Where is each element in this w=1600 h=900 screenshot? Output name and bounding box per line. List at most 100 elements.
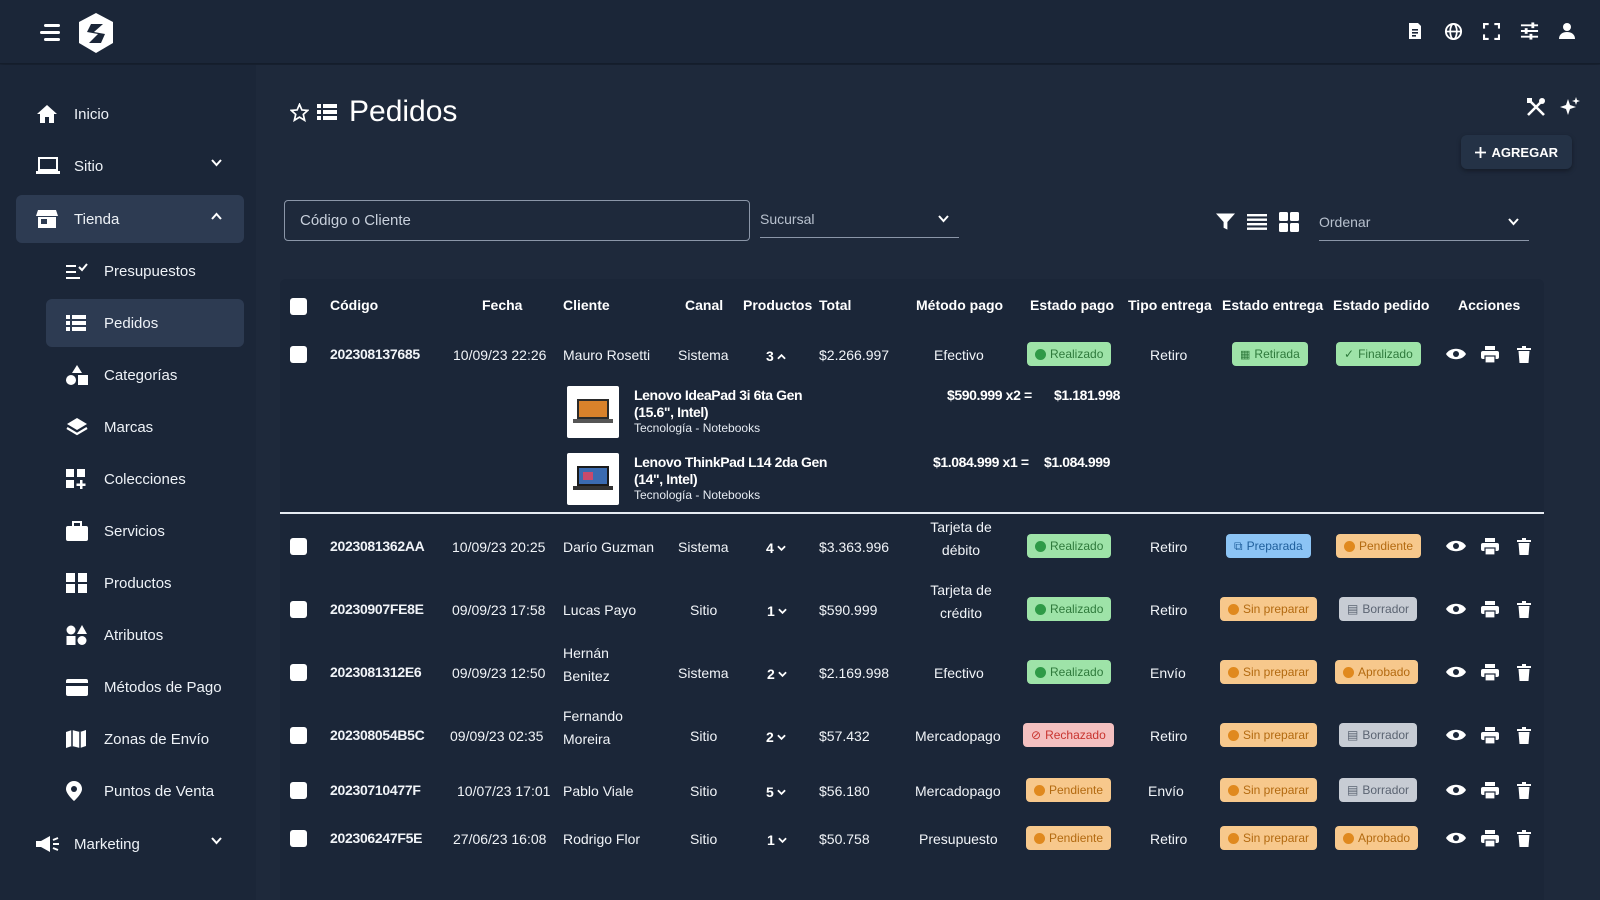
col-header-canal[interactable]: Canal [685,297,723,313]
product-name[interactable]: Lenovo ThinkPad L14 2da Gen (14", Intel) [634,454,844,488]
sidebar-item-zonas-envio[interactable]: Zonas de Envío [46,715,244,763]
col-header-metodo-pago[interactable]: Método pago [916,297,1003,313]
view-icon[interactable] [1446,599,1466,619]
order-code[interactable]: 202308054B5C [330,727,425,743]
sidebar-item-categorias[interactable]: Categorías [46,351,244,399]
order-code[interactable]: 202306247F5E [330,830,422,846]
sidebar-item-marcas[interactable]: Marcas [46,403,244,451]
sidebar-item-label: Marketing [74,835,140,853]
sidebar-item-inicio[interactable]: Inicio [16,90,244,138]
star-icon[interactable] [290,102,309,122]
view-icon[interactable] [1446,662,1466,682]
settings-sliders-icon[interactable] [1518,20,1540,42]
sidebar-item-productos[interactable]: Productos [46,559,244,607]
globe-icon[interactable] [1442,20,1464,42]
sidebar-item-label: Presupuestos [104,262,196,280]
print-icon[interactable] [1480,828,1500,848]
view-icon[interactable] [1446,828,1466,848]
status-dot-icon [1035,348,1046,360]
sidebar-item-servicios[interactable]: Servicios [46,507,244,555]
sidebar-item-colecciones[interactable]: Colecciones [46,455,244,503]
print-icon[interactable] [1480,780,1500,800]
col-header-total[interactable]: Total [819,297,851,313]
sidebar-item-presupuestos[interactable]: Presupuestos [46,247,244,295]
row-checkbox[interactable] [290,664,307,681]
delete-icon[interactable] [1514,536,1534,556]
sidebar-item-atributos[interactable]: Atributos [46,611,244,659]
chevron-down-icon [1508,218,1519,226]
col-header-cliente[interactable]: Cliente [563,297,610,313]
sparkles-icon[interactable] [1560,97,1580,117]
store-icon [36,207,64,231]
order-code[interactable]: 20230710477F [330,782,421,798]
delivery-status-badge: Sin preparar [1220,778,1318,802]
order-code[interactable]: 20230907FE8E [330,601,424,617]
delete-icon[interactable] [1514,828,1534,848]
row-checkbox[interactable] [290,782,307,799]
tools-icon[interactable] [1526,97,1546,117]
sidebar-item-sitio[interactable]: Sitio [16,142,244,190]
delete-icon[interactable] [1514,725,1534,745]
search-input[interactable] [284,200,750,241]
fullscreen-icon[interactable] [1480,20,1502,42]
list-view-icon[interactable] [1247,214,1267,230]
delete-icon[interactable] [1514,780,1534,800]
branch-select[interactable]: Sucursal [760,200,959,238]
print-icon[interactable] [1480,599,1500,619]
sidebar-item-metodos-pago[interactable]: Métodos de Pago [46,663,244,711]
row-checkbox[interactable] [290,601,307,618]
delete-icon[interactable] [1514,662,1534,682]
filter-icon[interactable] [1216,213,1235,231]
chevron-down-icon [778,837,787,843]
order-total: $2.169.998 [819,665,890,681]
sidebar-item-tienda[interactable]: Tienda [16,195,244,243]
product-name[interactable]: Lenovo IdeaPad 3i 6ta Gen (15.6", Intel) [634,387,834,421]
products-toggle[interactable]: 5 [766,784,786,800]
sidebar-item-puntos-venta[interactable]: Puntos de Venta [46,767,244,815]
col-header-codigo[interactable]: Código [330,297,378,313]
print-icon[interactable] [1480,662,1500,682]
view-icon[interactable] [1446,780,1466,800]
delete-icon[interactable] [1514,344,1534,364]
products-toggle[interactable]: 2 [766,729,786,745]
view-icon[interactable] [1446,725,1466,745]
print-icon[interactable] [1480,536,1500,556]
add-order-button[interactable]: AGREGAR [1460,135,1572,169]
products-toggle[interactable]: 3 [766,348,786,364]
user-icon[interactable] [1556,20,1578,42]
grid-view-icon[interactable] [1279,212,1299,232]
sidebar-item-pedidos[interactable]: Pedidos [46,299,244,347]
delivery-type: Retiro [1150,539,1188,555]
view-icon[interactable] [1446,344,1466,364]
order-client: Darío Guzman [563,539,655,555]
document-icon[interactable] [1404,20,1426,42]
sidebar-item-marketing[interactable]: Marketing [16,820,244,868]
col-header-fecha[interactable]: Fecha [482,297,522,313]
order-code[interactable]: 202308137685 [330,346,420,362]
products-toggle[interactable]: 4 [766,540,786,556]
products-toggle[interactable]: 1 [767,603,787,619]
row-checkbox[interactable] [290,830,307,847]
print-icon[interactable] [1480,344,1500,364]
products-toggle[interactable]: 1 [767,832,787,848]
delete-icon[interactable] [1514,599,1534,619]
prohibited-icon: ⊘ [1031,728,1042,742]
sort-select[interactable]: Ordenar [1319,203,1529,241]
order-code[interactable]: 2023081312E6 [330,664,422,680]
col-header-tipo-entrega[interactable]: Tipo entrega [1128,297,1212,313]
print-icon[interactable] [1480,725,1500,745]
menu-toggle-icon[interactable] [40,24,62,42]
col-header-estado-pedido[interactable]: Estado pedido [1333,297,1429,313]
order-code[interactable]: 2023081362AA [330,538,425,554]
row-checkbox[interactable] [290,538,307,555]
col-header-estado-entrega[interactable]: Estado entrega [1222,297,1323,313]
row-checkbox[interactable] [290,727,307,744]
delivery-status-badge: ▦ Retirada [1232,342,1308,366]
col-header-productos[interactable]: Productos [743,297,812,313]
view-icon[interactable] [1446,536,1466,556]
badge-label: Borrador [1362,783,1410,797]
row-checkbox[interactable] [290,346,307,363]
col-header-estado-pago[interactable]: Estado pago [1030,297,1114,313]
select-all-checkbox[interactable] [290,298,307,315]
products-toggle[interactable]: 2 [767,666,787,682]
